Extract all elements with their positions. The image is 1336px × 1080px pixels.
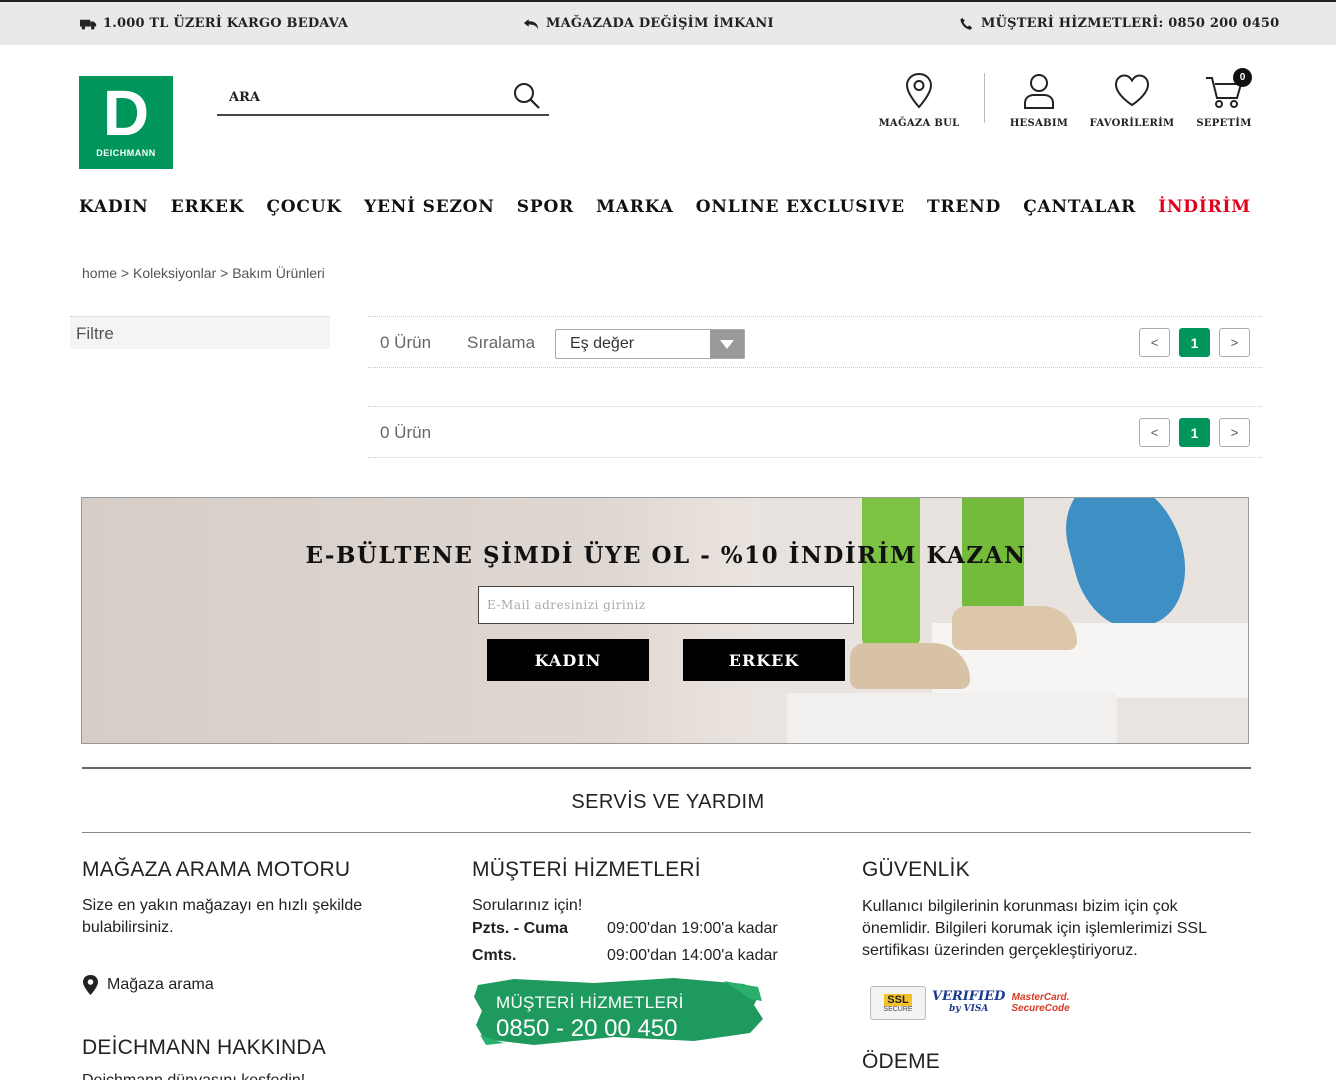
newsletter-title: E-BÜLTENE ŞİMDİ ÜYE OL - %10 İNDİRİM KAZ… [305, 542, 1027, 569]
pagination-prev-button[interactable]: < [1139, 328, 1170, 357]
listing-toolbar-top: 0 Ürün Sıralama Eş değer < 1 > [368, 316, 1262, 368]
nav-item-women[interactable]: KADIN [79, 197, 149, 223]
logo-letter: D [102, 77, 150, 149]
customer-service-phone-box[interactable]: MÜŞTERİ HİZMETLERİ 0850 - 20 00 450 [474, 975, 764, 1047]
weekday-label: Pzts. - Cuma [472, 920, 569, 937]
weekday-time: 09:00'dan 19:00'a kadar [607, 920, 778, 937]
customer-service-notice[interactable]: MÜŞTERİ HİZMETLERİ: 0850 200 0450 [958, 16, 1279, 31]
product-count: 0 Ürün [380, 333, 432, 352]
store-search-link[interactable]: Mağaza arama [82, 975, 214, 995]
user-icon [1024, 74, 1054, 109]
top-info-bar: 1.000 TL ÜZERİ KARGO BEDAVA MAĞAZADA DEĞ… [0, 0, 1336, 45]
banner-loafer-shoe [850, 643, 970, 689]
truck-icon [80, 19, 97, 30]
location-pin-icon [83, 975, 98, 995]
product-count: 0 Ürün [380, 423, 432, 442]
pagination-page-current[interactable]: 1 [1179, 328, 1210, 357]
search-bar [217, 76, 549, 116]
deichmann-logo[interactable]: D DEICHMANN [79, 76, 173, 169]
cart-button[interactable]: 0 SEPETİM [1179, 68, 1269, 134]
chevron-down-icon[interactable] [710, 330, 744, 358]
phone-box-title: MÜŞTERİ HİZMETLERİ [496, 993, 684, 1012]
sort-label: Sıralama [467, 333, 536, 352]
location-pin-icon [905, 72, 933, 109]
nav-item-new-season[interactable]: YENİ SEZON [364, 197, 495, 223]
saturday-hours: Cmts. 09:00'dan 14:00'a kadar [472, 947, 778, 965]
security-badges: SSL SECURE VERIFIED by VISA MasterCard. … [870, 986, 1070, 1020]
banner-model-leg [862, 498, 920, 648]
nav-item-men[interactable]: ERKEK [171, 197, 245, 223]
search-input[interactable] [229, 86, 509, 108]
saturday-label: Cmts. [472, 947, 517, 964]
free-shipping-notice: 1.000 TL ÜZERİ KARGO BEDAVA [80, 16, 348, 31]
nav-item-bags[interactable]: ÇANTALAR [1023, 197, 1136, 223]
store-search-link-label: Mağaza arama [107, 976, 214, 993]
verified-by-visa-badge: VERIFIED by VISA [932, 989, 1006, 1014]
account-button[interactable]: HESABIM [994, 72, 1084, 134]
newsletter-men-button[interactable]: ERKEK [683, 639, 845, 681]
store-finder-button[interactable]: MAĞAZA BUL [874, 72, 964, 134]
sort-dropdown[interactable]: Eş değer [555, 329, 745, 359]
store-search-heading: MAĞAZA ARAMA MOTORU [82, 858, 351, 881]
payment-heading: ÖDEME [862, 1050, 941, 1073]
cart-count-badge: 0 [1233, 68, 1252, 87]
phone-number: 0850 - 20 00 450 [496, 1015, 678, 1042]
breadcrumb[interactable]: home > Koleksiyonlar > Bakım Ürünleri [82, 265, 325, 281]
search-icon[interactable] [513, 82, 541, 110]
pagination-next-button[interactable]: > [1219, 328, 1250, 357]
filter-label: Filtre [76, 324, 114, 343]
return-arrow-icon [523, 18, 539, 29]
cart-label: SEPETİM [1196, 118, 1252, 129]
sort-selected-value: Eş değer [570, 335, 635, 352]
store-finder-label: MAĞAZA BUL [878, 118, 960, 129]
weekday-hours: Pzts. - Cuma 09:00'dan 19:00'a kadar [472, 920, 778, 938]
footer-divider [82, 832, 1251, 833]
favorites-button[interactable]: FAVORİLERİM [1087, 72, 1177, 134]
about-text: Deichmann dünyasını keşfedin! [82, 1070, 305, 1080]
security-text: Kullanıcı bilgilerinin korunması bizim i… [862, 898, 1207, 959]
banner-step [787, 693, 1117, 743]
customer-service-intro: Sorularınız için! [472, 897, 583, 914]
security-heading: GÜVENLİK [862, 858, 970, 881]
about-heading: DEİCHMANN HAKKINDA [82, 1036, 326, 1059]
heart-icon [1114, 74, 1150, 107]
logo-wordmark: DEICHMANN [96, 148, 156, 158]
pagination-next-button[interactable]: > [1219, 418, 1250, 447]
favorites-label: FAVORİLERİM [1089, 118, 1175, 129]
nav-item-sport[interactable]: SPOR [517, 197, 574, 223]
banner-loafer-shoe [952, 606, 1077, 650]
store-search-text: Size en yakın mağazayı en hızlı şekilde … [82, 897, 363, 936]
nav-item-trend[interactable]: TREND [927, 197, 1001, 223]
customer-service-heading: MÜŞTERİ HİZMETLERİ [472, 858, 701, 881]
newsletter-banner: E-BÜLTENE ŞİMDİ ÜYE OL - %10 İNDİRİM KAZ… [81, 497, 1249, 744]
nav-item-online-exclusive[interactable]: ONLINE EXCLUSIVE [696, 197, 905, 223]
nav-item-sale[interactable]: İNDİRİM [1158, 197, 1251, 223]
footer-divider [82, 767, 1251, 769]
listing-toolbar-bottom: 0 Ürün < 1 > [368, 406, 1262, 458]
pagination-bottom: < 1 > [1139, 418, 1250, 447]
header-divider [984, 73, 985, 123]
exchange-notice: MAĞAZADA DEĞİŞİM İMKANI [523, 16, 774, 31]
pagination-prev-button[interactable]: < [1139, 418, 1170, 447]
nav-item-brand[interactable]: MARKA [596, 197, 673, 223]
nav-item-kids[interactable]: ÇOCUK [266, 197, 341, 223]
phone-icon [960, 17, 973, 30]
mastercard-securecode-badge: MasterCard. SecureCode [1011, 992, 1070, 1014]
filter-panel-header[interactable]: Filtre [70, 316, 330, 349]
footer-section-title: SERVİS VE YARDIM [571, 791, 765, 813]
pagination-page-current[interactable]: 1 [1179, 418, 1210, 447]
newsletter-email-input[interactable] [478, 586, 854, 624]
saturday-time: 09:00'dan 14:00'a kadar [607, 947, 778, 964]
newsletter-women-button[interactable]: KADIN [487, 639, 649, 681]
account-label: HESABIM [1009, 118, 1069, 129]
main-navigation: KADIN ERKEK ÇOCUK YENİ SEZON SPOR MARKA … [79, 197, 1251, 223]
pagination-top: < 1 > [1139, 328, 1250, 357]
ssl-secure-badge: SSL SECURE [870, 986, 926, 1020]
